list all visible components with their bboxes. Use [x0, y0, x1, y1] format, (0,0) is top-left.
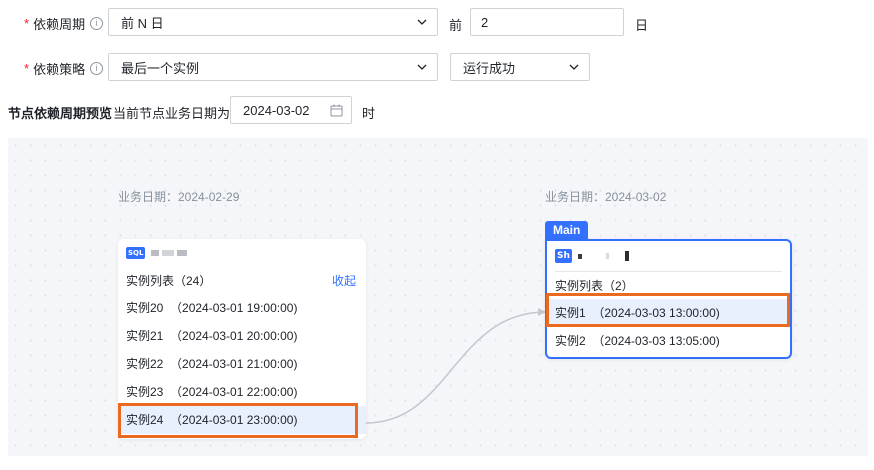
list-item[interactable]: 实例23 （2024-03-01 22:00:00) — [118, 378, 366, 406]
shell-icon: Sh — [555, 249, 572, 263]
node-name-redacted — [577, 251, 629, 261]
list-item[interactable]: 实例22 （2024-03-01 21:00:00) — [118, 350, 366, 378]
list-item[interactable]: 实例2 （2024-03-03 13:05:00) — [547, 327, 790, 355]
collapse-link[interactable]: 收起 — [332, 272, 356, 289]
node-header: SQL — [118, 239, 366, 267]
node-header: Sh — [547, 241, 790, 271]
instance-list-title: 实例列表（2） — [555, 279, 634, 293]
main-tag: Main — [545, 221, 589, 239]
highlight-box — [118, 403, 358, 438]
highlight-box — [546, 293, 790, 327]
sql-icon: SQL — [126, 247, 146, 259]
node-name-redacted — [151, 250, 188, 256]
instance-list-title: 实例列表（24） — [126, 274, 212, 288]
instance-list-header: 实例列表（24） 收起 — [118, 267, 366, 294]
list-item[interactable]: 实例21 （2024-03-01 20:00:00) — [118, 322, 366, 350]
list-item[interactable]: 实例20 （2024-03-01 19:00:00) — [118, 294, 366, 322]
